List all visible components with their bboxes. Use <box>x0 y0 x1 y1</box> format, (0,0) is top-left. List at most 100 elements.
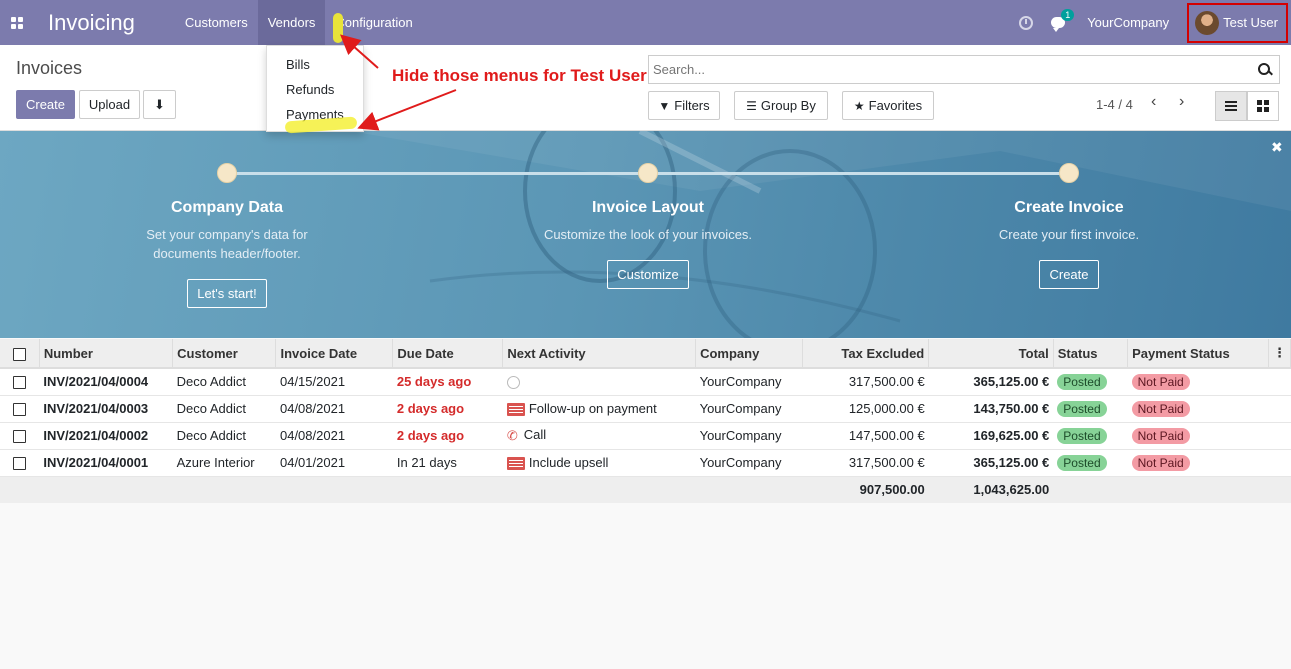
column-header-number[interactable]: Number <box>39 339 174 369</box>
row-checkbox[interactable] <box>0 449 40 477</box>
cell-next-activity[interactable] <box>502 368 696 396</box>
cell-total: 365,125.00 € <box>928 368 1054 396</box>
avatar <box>1195 10 1220 35</box>
user-menu[interactable]: Test User <box>1187 2 1288 43</box>
filters-label: Filters <box>674 98 710 113</box>
column-header-customer[interactable]: Customer <box>172 339 277 369</box>
step-company-data: Company Data Set your company's data for… <box>77 199 377 308</box>
cell-status: Posted <box>1053 449 1128 477</box>
optional-columns-icon[interactable]: ⋮ <box>1268 339 1291 369</box>
cell-company: YourCompany <box>695 422 803 450</box>
favorites-button[interactable]: ★ Favorites <box>842 91 934 120</box>
step-create-invoice: Create Invoice Create your first invoice… <box>919 199 1219 289</box>
pager-next-icon[interactable]: › <box>1179 93 1184 111</box>
row-checkbox[interactable] <box>0 422 40 450</box>
menu-item-bills[interactable]: Bills <box>267 52 363 77</box>
cell-due-date: In 21 days <box>392 449 503 477</box>
payment-status-badge: Not Paid <box>1131 373 1190 390</box>
step-description: Create your first invoice. <box>998 227 1140 242</box>
cell-status: Posted <box>1053 422 1128 450</box>
step-dot <box>638 163 658 183</box>
bars-icon: ☰ <box>746 98 757 113</box>
company-switcher[interactable]: YourCompany <box>1087 15 1169 30</box>
column-header-payment-status[interactable]: Payment Status <box>1127 339 1269 369</box>
customize-button[interactable]: Customize <box>607 260 689 289</box>
cell-due-date: 25 days ago <box>392 368 503 396</box>
lets-start-button[interactable]: Let's start! <box>187 279 267 308</box>
todo-list-icon <box>506 457 525 471</box>
column-header-due-date[interactable]: Due Date <box>392 339 504 369</box>
apps-menu-icon[interactable] <box>2 0 32 45</box>
step-description: documents header/footer. <box>153 246 301 261</box>
kanban-icon <box>1257 100 1269 112</box>
filters-button[interactable]: ▼ Filters <box>648 91 720 120</box>
cell-invoice-date: 04/15/2021 <box>275 368 393 396</box>
pager-value[interactable]: 1-4 / 4 <box>1096 97 1133 112</box>
cell-tax-excluded: 317,500.00 € <box>802 368 929 396</box>
menu-customers[interactable]: Customers <box>175 0 258 45</box>
activity-clock-icon[interactable] <box>1019 15 1034 30</box>
highlight-marker <box>333 13 343 43</box>
cell-customer: Deco Addict <box>172 395 276 423</box>
activity-label: Include upsell <box>528 454 609 470</box>
cell-company: YourCompany <box>695 449 803 477</box>
star-icon: ★ <box>853 98 865 113</box>
cell-number: INV/2021/04/0004 <box>39 368 173 396</box>
cell-number: INV/2021/04/0002 <box>39 422 173 450</box>
cell-company: YourCompany <box>695 368 803 396</box>
upload-button[interactable]: Upload <box>79 90 140 119</box>
table-row[interactable]: INV/2021/04/0002 Deco Addict 04/08/2021 … <box>0 422 1291 450</box>
app-title[interactable]: Invoicing <box>48 10 135 36</box>
search-icon[interactable] <box>1255 60 1275 80</box>
messaging-menu[interactable]: 1 <box>1051 9 1075 32</box>
group-by-button[interactable]: ☰ Group By <box>734 91 828 120</box>
clock-icon[interactable] <box>506 376 520 390</box>
table-row[interactable]: INV/2021/04/0003 Deco Addict 04/08/2021 … <box>0 395 1291 423</box>
cell-status: Posted <box>1053 368 1128 396</box>
row-checkbox[interactable] <box>0 395 40 423</box>
column-header-status[interactable]: Status <box>1053 339 1129 369</box>
column-header-next-activity[interactable]: Next Activity <box>502 339 697 369</box>
cell-total: 365,125.00 € <box>928 449 1054 477</box>
table-row[interactable]: INV/2021/04/0004 Deco Addict 04/15/2021 … <box>0 368 1291 396</box>
cell-tax-excluded: 317,500.00 € <box>802 449 929 477</box>
payment-status-badge: Not Paid <box>1131 400 1190 417</box>
create-invoice-button[interactable]: Create <box>1039 260 1099 289</box>
menu-vendors[interactable]: Vendors <box>257 0 326 45</box>
cell-due-date: 2 days ago <box>392 422 503 450</box>
cell-number: INV/2021/04/0001 <box>39 449 173 477</box>
table-row[interactable]: INV/2021/04/0001 Azure Interior 04/01/20… <box>0 449 1291 477</box>
download-button[interactable]: ⬇ <box>143 90 176 119</box>
column-header-tax-excluded[interactable]: Tax Excluded <box>802 339 930 369</box>
kanban-view-button[interactable] <box>1247 91 1279 121</box>
navbar-systray: 1 YourCompany Test User <box>1019 0 1291 45</box>
column-header-invoice-date[interactable]: Invoice Date <box>275 339 394 369</box>
main-menu: Customers Vendors Configuration <box>175 0 423 45</box>
list-view-button[interactable] <box>1215 91 1247 121</box>
status-badge: Posted <box>1057 454 1107 471</box>
create-button[interactable]: Create <box>16 90 75 119</box>
menu-item-refunds[interactable]: Refunds <box>267 77 363 102</box>
select-all-checkbox[interactable] <box>0 339 40 369</box>
list-icon <box>1225 101 1237 111</box>
payment-status-badge: Not Paid <box>1131 454 1190 471</box>
step-invoice-layout: Invoice Layout Customize the look of you… <box>498 199 798 289</box>
column-header-company[interactable]: Company <box>695 339 804 369</box>
cell-invoice-date: 04/08/2021 <box>275 422 393 450</box>
activity-label: Call <box>523 427 547 443</box>
control-panel: Invoices Create Upload ⬇ ▼Filters ☰Group… <box>0 45 1291 131</box>
row-checkbox[interactable] <box>0 368 40 396</box>
total-amount: 1,043,625.00 <box>928 476 1054 503</box>
close-icon[interactable]: ✖ <box>1271 139 1283 156</box>
cell-tax-excluded: 125,000.00 € <box>802 395 929 423</box>
cell-next-activity[interactable]: ✆ Call <box>502 422 696 450</box>
step-dot <box>1059 163 1079 183</box>
search-input[interactable] <box>653 62 1255 77</box>
step-description: Set your company's data for <box>146 227 308 242</box>
pager-previous-icon[interactable]: ‹ <box>1151 93 1156 111</box>
cell-number: INV/2021/04/0003 <box>39 395 173 423</box>
cell-next-activity[interactable]: Follow-up on payment <box>502 395 696 423</box>
column-header-total[interactable]: Total <box>928 339 1054 369</box>
cell-next-activity[interactable]: Include upsell <box>502 449 696 477</box>
activity-label: Follow-up on payment <box>528 400 657 416</box>
